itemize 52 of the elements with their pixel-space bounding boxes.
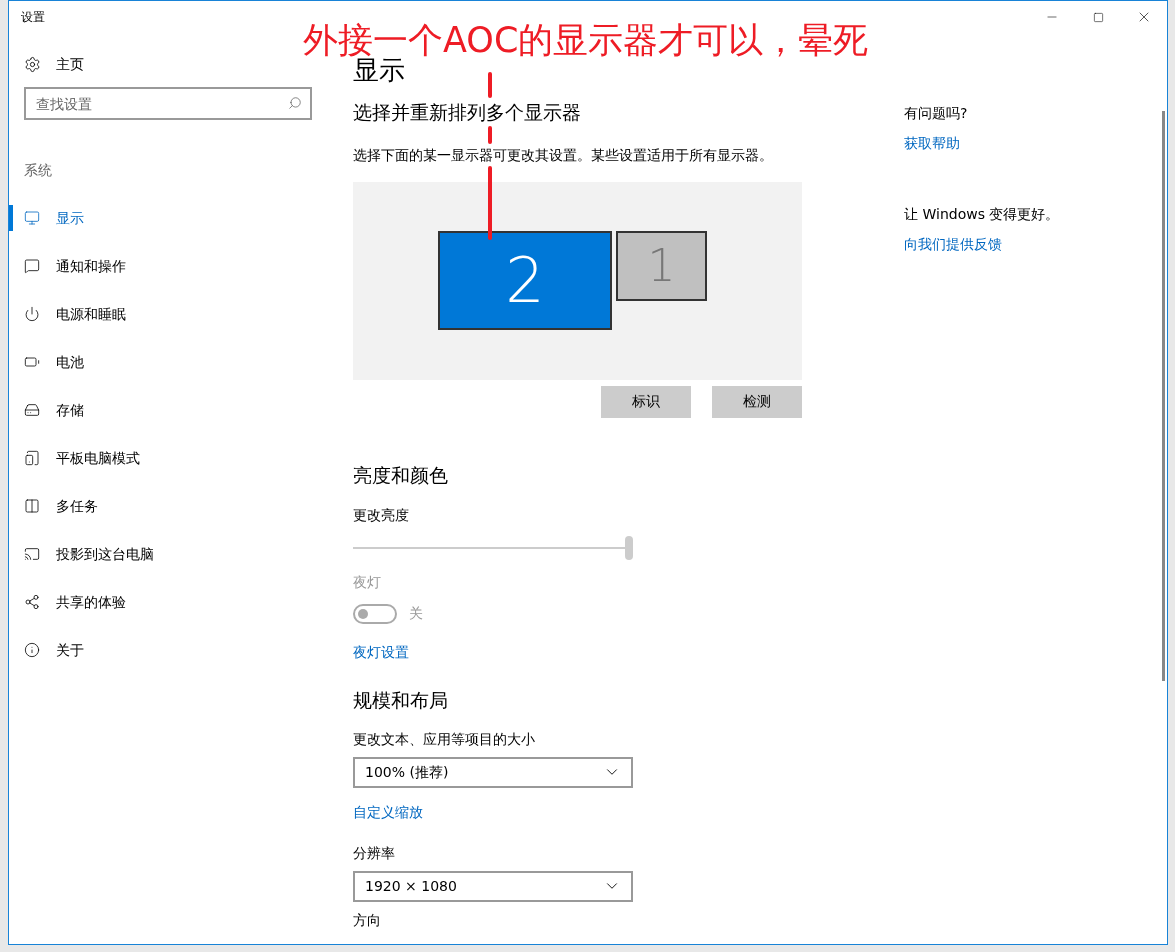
info-icon	[24, 642, 40, 658]
projector-icon	[24, 546, 40, 562]
search-field[interactable]: 查找设置	[24, 87, 312, 120]
scale-dropdown[interactable]: 100% (推荐)	[353, 756, 633, 788]
monitor-icon	[24, 210, 40, 226]
feedback-prompt: 让 Windows 变得更好。	[904, 205, 1060, 224]
arrange-hint: 选择下面的某一显示器可更改其设置。某些设置适用于所有显示器。	[353, 145, 773, 165]
brightness-slider[interactable]	[353, 536, 633, 560]
night-light-label: 夜灯	[353, 573, 382, 592]
feedback-link[interactable]: 向我们提供反馈	[904, 234, 1060, 255]
get-help-link[interactable]: 获取帮助	[904, 133, 1060, 154]
nav-item[interactable]: 关于	[24, 639, 84, 661]
monitor-tile[interactable]: 2	[438, 230, 612, 330]
scale-label: 更改文本、应用等项目的大小	[353, 729, 536, 749]
custom-scaling-link[interactable]: 自定义缩放	[353, 801, 423, 823]
orientation-label: 方向	[353, 911, 382, 928]
help-question: 有问题吗?	[904, 104, 969, 123]
battery-icon	[24, 354, 40, 370]
identify-button[interactable]: 标识	[601, 385, 691, 418]
maximize-icon	[1092, 11, 1104, 23]
detect-button[interactable]: 检测	[712, 385, 802, 418]
tablet-icon	[24, 450, 40, 466]
nav-item[interactable]: 多任务	[24, 495, 98, 517]
window-title: 设置	[21, 9, 45, 26]
search-icon	[288, 96, 302, 110]
slider-thumb[interactable]	[625, 536, 633, 560]
speech-bubble-icon	[24, 258, 40, 274]
toggle-state: 关	[409, 604, 423, 623]
drive-icon	[24, 402, 40, 418]
resolution-label: 分辨率	[353, 843, 396, 863]
nav-item[interactable]: 显示	[24, 207, 84, 229]
resolution-dropdown[interactable]: 1920 × 1080	[353, 870, 633, 902]
settings-icon	[24, 55, 41, 73]
nav-item[interactable]: 平板电脑模式	[24, 447, 140, 469]
nav-item[interactable]: 共享的体验	[24, 591, 126, 613]
network-icon	[24, 594, 40, 610]
nav-item[interactable]: 电源和睡眠	[24, 303, 126, 325]
nav-item[interactable]: 投影到这台电脑	[24, 543, 154, 565]
columns-icon	[24, 498, 40, 514]
nav-item[interactable]: 通知和操作	[24, 255, 126, 277]
scrollbar[interactable]	[1162, 111, 1165, 681]
brightness-label: 更改亮度	[353, 506, 410, 525]
section-heading: 规模和布局	[353, 688, 448, 713]
section-heading: 选择并重新排列多个显示器	[353, 100, 581, 125]
section-label: 系统	[24, 161, 53, 180]
home-nav-item[interactable]: 主页	[24, 56, 344, 72]
power-icon	[24, 306, 40, 322]
night-light-settings-link[interactable]: 夜灯设置	[353, 642, 409, 663]
section-heading: 亮度和颜色	[353, 462, 448, 488]
nav-item[interactable]: 电池	[24, 351, 84, 373]
page-title: 显示	[353, 55, 405, 86]
nav-item[interactable]: 存储	[24, 399, 84, 421]
